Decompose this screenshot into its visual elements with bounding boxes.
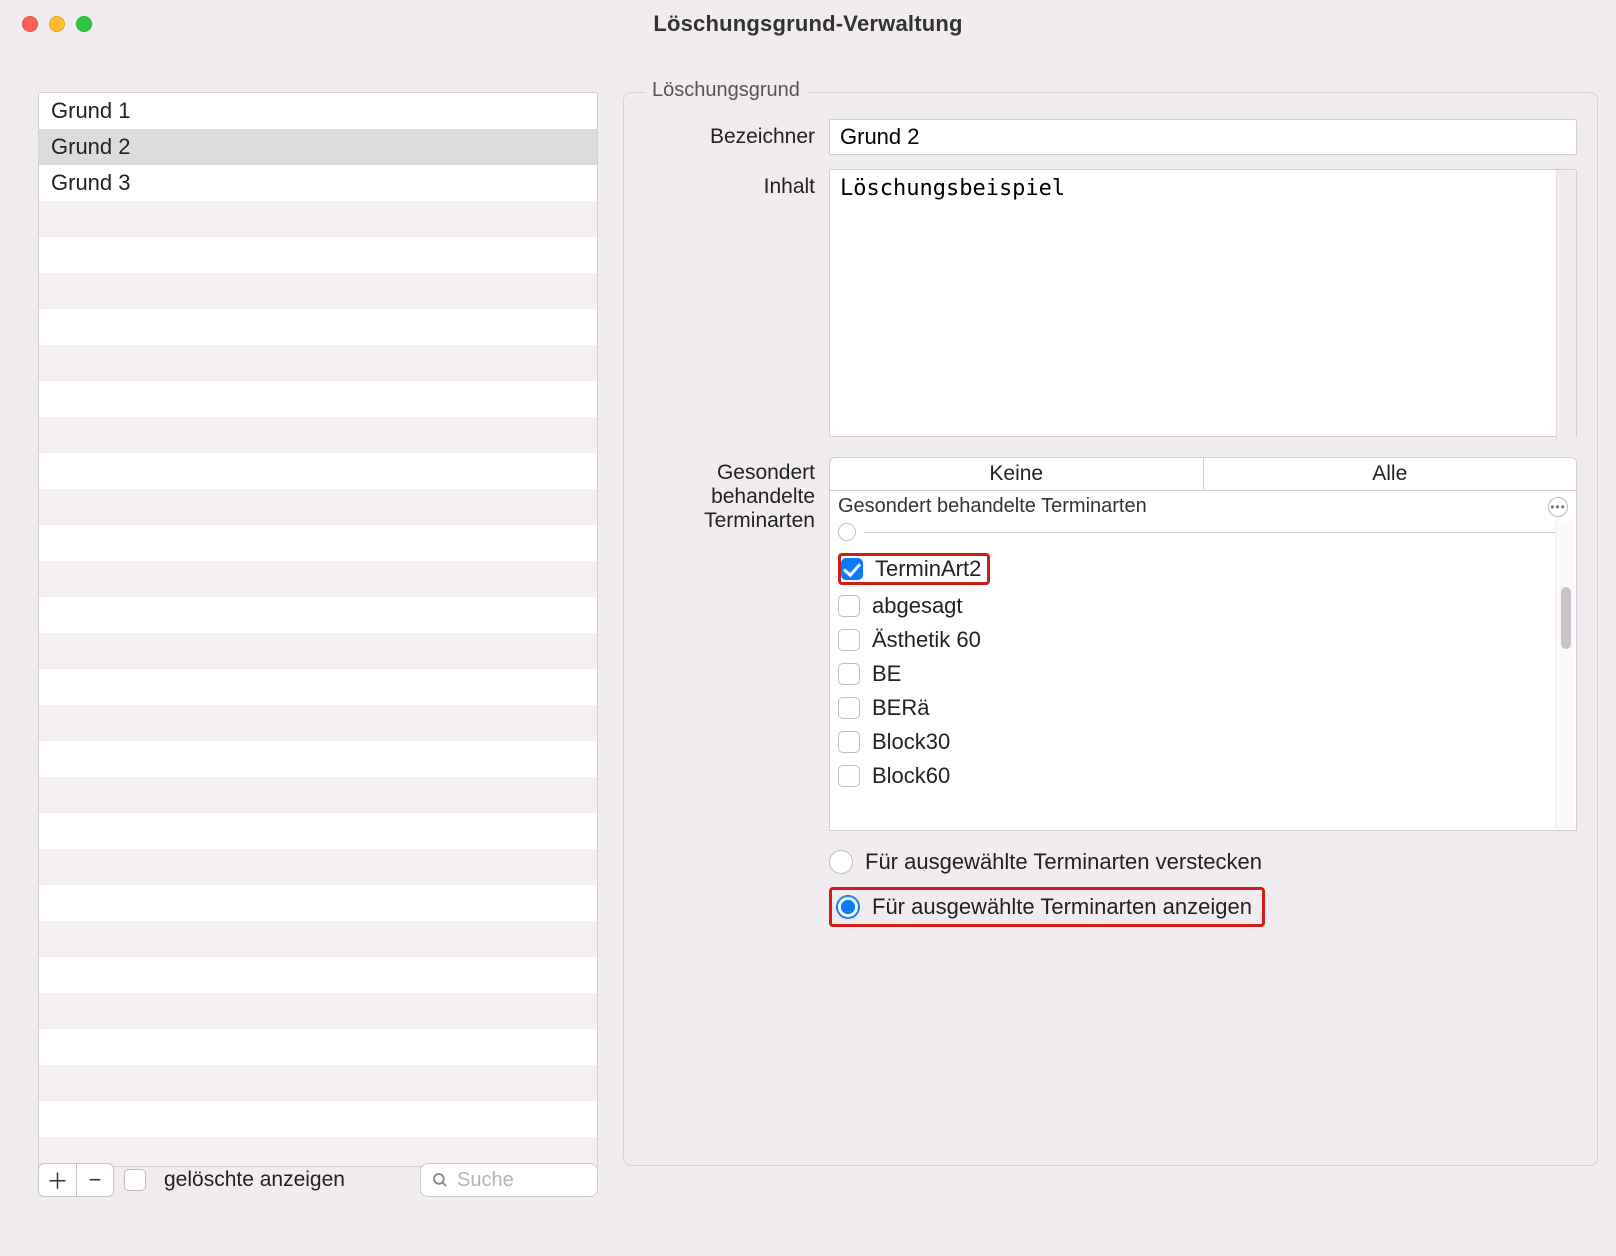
remove-button[interactable]: −: [76, 1163, 114, 1197]
type-label: Ästhetik 60: [872, 627, 981, 653]
list-item[interactable]: [39, 381, 597, 417]
type-label: Block30: [872, 729, 950, 755]
list-item[interactable]: [39, 345, 597, 381]
appointment-type-item[interactable]: TerminArt2: [830, 549, 1554, 589]
segment-none-button[interactable]: Keine: [830, 458, 1204, 490]
list-item[interactable]: [39, 1101, 597, 1137]
list-item[interactable]: [39, 669, 597, 705]
list-item[interactable]: [39, 273, 597, 309]
scroll-thumb[interactable]: [1561, 587, 1571, 649]
window-title: Löschungsgrund-Verwaltung: [653, 11, 962, 37]
list-item[interactable]: [39, 561, 597, 597]
title-bar: Löschungsgrund-Verwaltung: [0, 0, 1616, 48]
search-field[interactable]: [420, 1163, 598, 1197]
list-item[interactable]: Grund 1: [39, 93, 597, 129]
appointment-types-box: Gesondert behandelte Terminarten ••• Ter…: [829, 491, 1577, 831]
type-label: abgesagt: [872, 593, 963, 619]
appointment-type-item[interactable]: Block30: [830, 725, 1554, 759]
search-input[interactable]: [455, 1168, 587, 1193]
minimize-icon[interactable]: [49, 16, 65, 32]
more-icon[interactable]: •••: [1548, 497, 1568, 517]
type-label: BE: [872, 661, 901, 687]
list-item[interactable]: [39, 777, 597, 813]
appointment-type-item[interactable]: Block60: [830, 759, 1554, 793]
appointment-type-item[interactable]: BE: [830, 657, 1554, 691]
list-item[interactable]: [39, 813, 597, 849]
type-label: Block60: [872, 763, 950, 789]
list-item[interactable]: [39, 237, 597, 273]
list-item[interactable]: [39, 885, 597, 921]
list-item[interactable]: [39, 597, 597, 633]
list-item[interactable]: [39, 1065, 597, 1101]
list-item[interactable]: Grund 2: [39, 129, 597, 165]
list-toolbar: ＋ − gelöschte anzeigen: [38, 1159, 598, 1201]
type-checkbox[interactable]: [838, 629, 860, 651]
sidebar: Grund 1Grund 2Grund 3 ＋ − gelöschte anze…: [38, 92, 598, 1191]
types-separator: [830, 520, 1576, 544]
list-item[interactable]: [39, 921, 597, 957]
segment-control: Keine Alle: [829, 457, 1577, 491]
show-deleted-label: gelöschte anzeigen: [164, 1168, 345, 1192]
type-checkbox[interactable]: [838, 765, 860, 787]
types-header-label: Gesondert behandelte Terminarten: [838, 495, 1147, 518]
list-item[interactable]: [39, 957, 597, 993]
list-item[interactable]: [39, 705, 597, 741]
type-label: TerminArt2: [875, 556, 981, 582]
list-item[interactable]: [39, 633, 597, 669]
fieldset-legend: Löschungsgrund: [644, 79, 808, 102]
content-label: Inhalt: [644, 169, 829, 443]
radio-show-highlight: Für ausgewählte Terminarten anzeigen: [829, 887, 1265, 927]
list-item[interactable]: [39, 849, 597, 885]
scrollbar[interactable]: [1555, 521, 1575, 829]
list-item[interactable]: [39, 741, 597, 777]
appointment-type-item[interactable]: Ästhetik 60: [830, 623, 1554, 657]
list-item[interactable]: [39, 993, 597, 1029]
detail-fieldset: Löschungsgrund Bezeichner Inhalt Gesonde…: [623, 92, 1598, 1166]
highlight-box: TerminArt2: [838, 553, 990, 585]
search-icon: [431, 1171, 449, 1189]
add-button[interactable]: ＋: [38, 1163, 76, 1197]
radio-show-label: Für ausgewählte Terminarten anzeigen: [872, 894, 1252, 920]
list-item[interactable]: [39, 201, 597, 237]
list-item[interactable]: [39, 489, 597, 525]
close-icon[interactable]: [22, 16, 38, 32]
type-checkbox[interactable]: [838, 697, 860, 719]
empty-radio-icon: [838, 523, 856, 541]
type-checkbox[interactable]: [838, 595, 860, 617]
list-item[interactable]: [39, 453, 597, 489]
types-label: Gesondert behandelte Terminarten: [644, 457, 829, 927]
radio-hide-label: Für ausgewählte Terminarten verstecken: [865, 849, 1262, 875]
window-controls: [22, 16, 92, 32]
type-checkbox[interactable]: [838, 663, 860, 685]
list-item[interactable]: Grund 3: [39, 165, 597, 201]
type-label: BERä: [872, 695, 929, 721]
segment-all-button[interactable]: Alle: [1204, 458, 1577, 490]
list-item[interactable]: [39, 309, 597, 345]
scrollbar[interactable]: [1556, 170, 1576, 441]
list-item[interactable]: [39, 525, 597, 561]
identifier-label: Bezeichner: [644, 119, 829, 155]
identifier-input[interactable]: [829, 119, 1577, 155]
show-deleted-checkbox[interactable]: [124, 1169, 146, 1191]
radio-show[interactable]: [836, 895, 860, 919]
zoom-icon[interactable]: [76, 16, 92, 32]
radio-hide[interactable]: [829, 850, 853, 874]
list-item[interactable]: [39, 417, 597, 453]
content-textarea[interactable]: [829, 169, 1577, 437]
type-checkbox[interactable]: [838, 731, 860, 753]
type-checkbox[interactable]: [841, 558, 863, 580]
appointment-type-item[interactable]: BERä: [830, 691, 1554, 725]
appointment-type-item[interactable]: abgesagt: [830, 589, 1554, 623]
reason-list[interactable]: Grund 1Grund 2Grund 3: [38, 92, 598, 1167]
list-item[interactable]: [39, 1029, 597, 1065]
